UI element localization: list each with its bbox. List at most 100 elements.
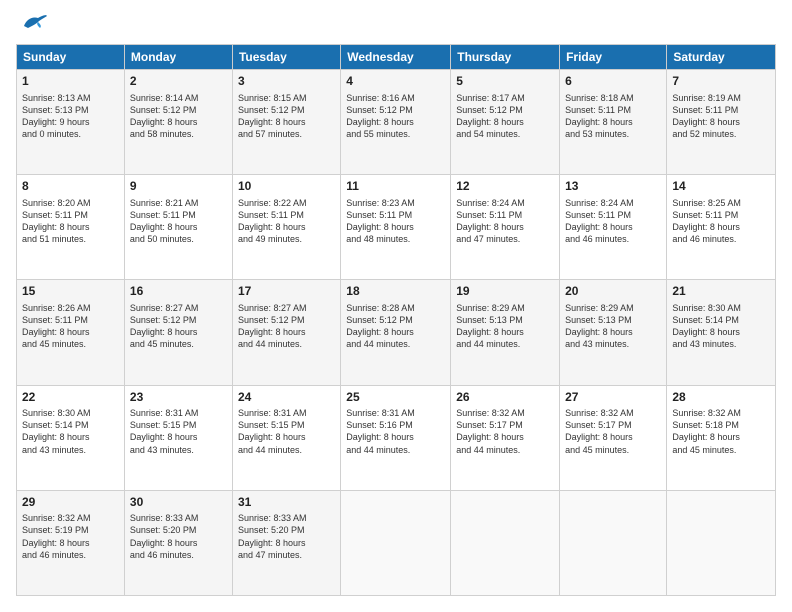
cell-details: Sunrise: 8:15 AMSunset: 5:12 PMDaylight:…: [238, 92, 335, 141]
cell-details: Sunrise: 8:30 AMSunset: 5:14 PMDaylight:…: [672, 302, 770, 351]
cell-details: Sunrise: 8:32 AMSunset: 5:17 PMDaylight:…: [456, 407, 554, 456]
calendar-cell: [560, 490, 667, 595]
calendar-cell: 4 Sunrise: 8:16 AMSunset: 5:12 PMDaylight…: [341, 70, 451, 175]
cell-details: Sunrise: 8:29 AMSunset: 5:13 PMDaylight:…: [456, 302, 554, 351]
day-number: 6: [565, 74, 661, 90]
calendar-cell: 6 Sunrise: 8:18 AMSunset: 5:11 PMDaylight…: [560, 70, 667, 175]
cell-details: Sunrise: 8:16 AMSunset: 5:12 PMDaylight:…: [346, 92, 445, 141]
day-number: 12: [456, 179, 554, 195]
day-number: 11: [346, 179, 445, 195]
calendar-cell: 19 Sunrise: 8:29 AMSunset: 5:13 PMDayligh…: [451, 280, 560, 385]
day-number: 1: [22, 74, 119, 90]
cell-details: Sunrise: 8:31 AMSunset: 5:16 PMDaylight:…: [346, 407, 445, 456]
day-number: 30: [130, 495, 227, 511]
cell-details: Sunrise: 8:24 AMSunset: 5:11 PMDaylight:…: [565, 197, 661, 246]
cell-details: Sunrise: 8:20 AMSunset: 5:11 PMDaylight:…: [22, 197, 119, 246]
day-number: 29: [22, 495, 119, 511]
cell-details: Sunrise: 8:13 AMSunset: 5:13 PMDaylight:…: [22, 92, 119, 141]
cell-details: Sunrise: 8:30 AMSunset: 5:14 PMDaylight:…: [22, 407, 119, 456]
col-header-saturday: Saturday: [667, 45, 776, 70]
day-number: 26: [456, 390, 554, 406]
cell-details: Sunrise: 8:14 AMSunset: 5:12 PMDaylight:…: [130, 92, 227, 141]
day-number: 18: [346, 284, 445, 300]
day-number: 21: [672, 284, 770, 300]
col-header-tuesday: Tuesday: [232, 45, 340, 70]
logo: [16, 16, 48, 34]
calendar-cell: 8 Sunrise: 8:20 AMSunset: 5:11 PMDaylight…: [17, 175, 125, 280]
calendar-cell: 31Sunrise: 8:33 AMSunset: 5:20 PMDayligh…: [232, 490, 340, 595]
day-number: 10: [238, 179, 335, 195]
calendar-cell: 27Sunrise: 8:32 AMSunset: 5:17 PMDayligh…: [560, 385, 667, 490]
day-number: 16: [130, 284, 227, 300]
cell-details: Sunrise: 8:27 AMSunset: 5:12 PMDaylight:…: [238, 302, 335, 351]
cell-details: Sunrise: 8:21 AMSunset: 5:11 PMDaylight:…: [130, 197, 227, 246]
calendar-cell: 18Sunrise: 8:28 AMSunset: 5:12 PMDayligh…: [341, 280, 451, 385]
day-number: 23: [130, 390, 227, 406]
calendar-cell: [341, 490, 451, 595]
day-number: 24: [238, 390, 335, 406]
calendar-cell: 5 Sunrise: 8:17 AMSunset: 5:12 PMDaylight…: [451, 70, 560, 175]
cell-details: Sunrise: 8:32 AMSunset: 5:17 PMDaylight:…: [565, 407, 661, 456]
cell-details: Sunrise: 8:18 AMSunset: 5:11 PMDaylight:…: [565, 92, 661, 141]
calendar-cell: 14 Sunrise: 8:25 AMSunset: 5:11 PMDayligh…: [667, 175, 776, 280]
day-number: 31: [238, 495, 335, 511]
calendar-cell: 7 Sunrise: 8:19 AMSunset: 5:11 PMDaylight…: [667, 70, 776, 175]
day-number: 25: [346, 390, 445, 406]
col-header-monday: Monday: [124, 45, 232, 70]
calendar-cell: 26Sunrise: 8:32 AMSunset: 5:17 PMDayligh…: [451, 385, 560, 490]
cell-details: Sunrise: 8:25 AMSunset: 5:11 PMDaylight:…: [672, 197, 770, 246]
cell-details: Sunrise: 8:22 AMSunset: 5:11 PMDaylight:…: [238, 197, 335, 246]
calendar-cell: 22Sunrise: 8:30 AMSunset: 5:14 PMDayligh…: [17, 385, 125, 490]
day-number: 19: [456, 284, 554, 300]
day-number: 14: [672, 179, 770, 195]
day-number: 20: [565, 284, 661, 300]
cell-details: Sunrise: 8:31 AMSunset: 5:15 PMDaylight:…: [130, 407, 227, 456]
calendar-cell: 10 Sunrise: 8:22 AMSunset: 5:11 PMDayligh…: [232, 175, 340, 280]
calendar-cell: 17 Sunrise: 8:27 AMSunset: 5:12 PMDayligh…: [232, 280, 340, 385]
day-number: 3: [238, 74, 335, 90]
cell-details: Sunrise: 8:17 AMSunset: 5:12 PMDaylight:…: [456, 92, 554, 141]
cell-details: Sunrise: 8:29 AMSunset: 5:13 PMDaylight:…: [565, 302, 661, 351]
calendar-cell: 30Sunrise: 8:33 AMSunset: 5:20 PMDayligh…: [124, 490, 232, 595]
calendar-cell: 1 Sunrise: 8:13 AMSunset: 5:13 PMDaylight…: [17, 70, 125, 175]
calendar-cell: [451, 490, 560, 595]
day-number: 5: [456, 74, 554, 90]
col-header-wednesday: Wednesday: [341, 45, 451, 70]
cell-details: Sunrise: 8:33 AMSunset: 5:20 PMDaylight:…: [238, 512, 335, 561]
calendar-cell: [667, 490, 776, 595]
header: [16, 16, 776, 34]
calendar-cell: 15 Sunrise: 8:26 AMSunset: 5:11 PMDayligh…: [17, 280, 125, 385]
cell-details: Sunrise: 8:31 AMSunset: 5:15 PMDaylight:…: [238, 407, 335, 456]
cell-details: Sunrise: 8:19 AMSunset: 5:11 PMDaylight:…: [672, 92, 770, 141]
calendar-page: SundayMondayTuesdayWednesdayThursdayFrid…: [0, 0, 792, 612]
day-number: 22: [22, 390, 119, 406]
calendar-cell: 11 Sunrise: 8:23 AMSunset: 5:11 PMDayligh…: [341, 175, 451, 280]
day-number: 15: [22, 284, 119, 300]
day-number: 27: [565, 390, 661, 406]
cell-details: Sunrise: 8:32 AMSunset: 5:19 PMDaylight:…: [22, 512, 119, 561]
calendar-cell: 29Sunrise: 8:32 AMSunset: 5:19 PMDayligh…: [17, 490, 125, 595]
calendar-cell: 12 Sunrise: 8:24 AMSunset: 5:11 PMDayligh…: [451, 175, 560, 280]
cell-details: Sunrise: 8:26 AMSunset: 5:11 PMDaylight:…: [22, 302, 119, 351]
calendar-cell: 2 Sunrise: 8:14 AMSunset: 5:12 PMDaylight…: [124, 70, 232, 175]
calendar-cell: 23Sunrise: 8:31 AMSunset: 5:15 PMDayligh…: [124, 385, 232, 490]
col-header-friday: Friday: [560, 45, 667, 70]
calendar-cell: 21 Sunrise: 8:30 AMSunset: 5:14 PMDayligh…: [667, 280, 776, 385]
cell-details: Sunrise: 8:27 AMSunset: 5:12 PMDaylight:…: [130, 302, 227, 351]
calendar-cell: 3 Sunrise: 8:15 AMSunset: 5:12 PMDaylight…: [232, 70, 340, 175]
calendar-cell: 24Sunrise: 8:31 AMSunset: 5:15 PMDayligh…: [232, 385, 340, 490]
day-number: 2: [130, 74, 227, 90]
day-number: 8: [22, 179, 119, 195]
calendar-cell: 9Sunrise: 8:21 AMSunset: 5:11 PMDaylight…: [124, 175, 232, 280]
day-number: 4: [346, 74, 445, 90]
calendar-cell: 28Sunrise: 8:32 AMSunset: 5:18 PMDayligh…: [667, 385, 776, 490]
cell-details: Sunrise: 8:24 AMSunset: 5:11 PMDaylight:…: [456, 197, 554, 246]
day-number: 28: [672, 390, 770, 406]
cell-details: Sunrise: 8:33 AMSunset: 5:20 PMDaylight:…: [130, 512, 227, 561]
calendar-cell: 13Sunrise: 8:24 AMSunset: 5:11 PMDayligh…: [560, 175, 667, 280]
cell-details: Sunrise: 8:23 AMSunset: 5:11 PMDaylight:…: [346, 197, 445, 246]
logo-bird-icon: [20, 12, 48, 34]
day-number: 17: [238, 284, 335, 300]
col-header-sunday: Sunday: [17, 45, 125, 70]
day-number: 7: [672, 74, 770, 90]
